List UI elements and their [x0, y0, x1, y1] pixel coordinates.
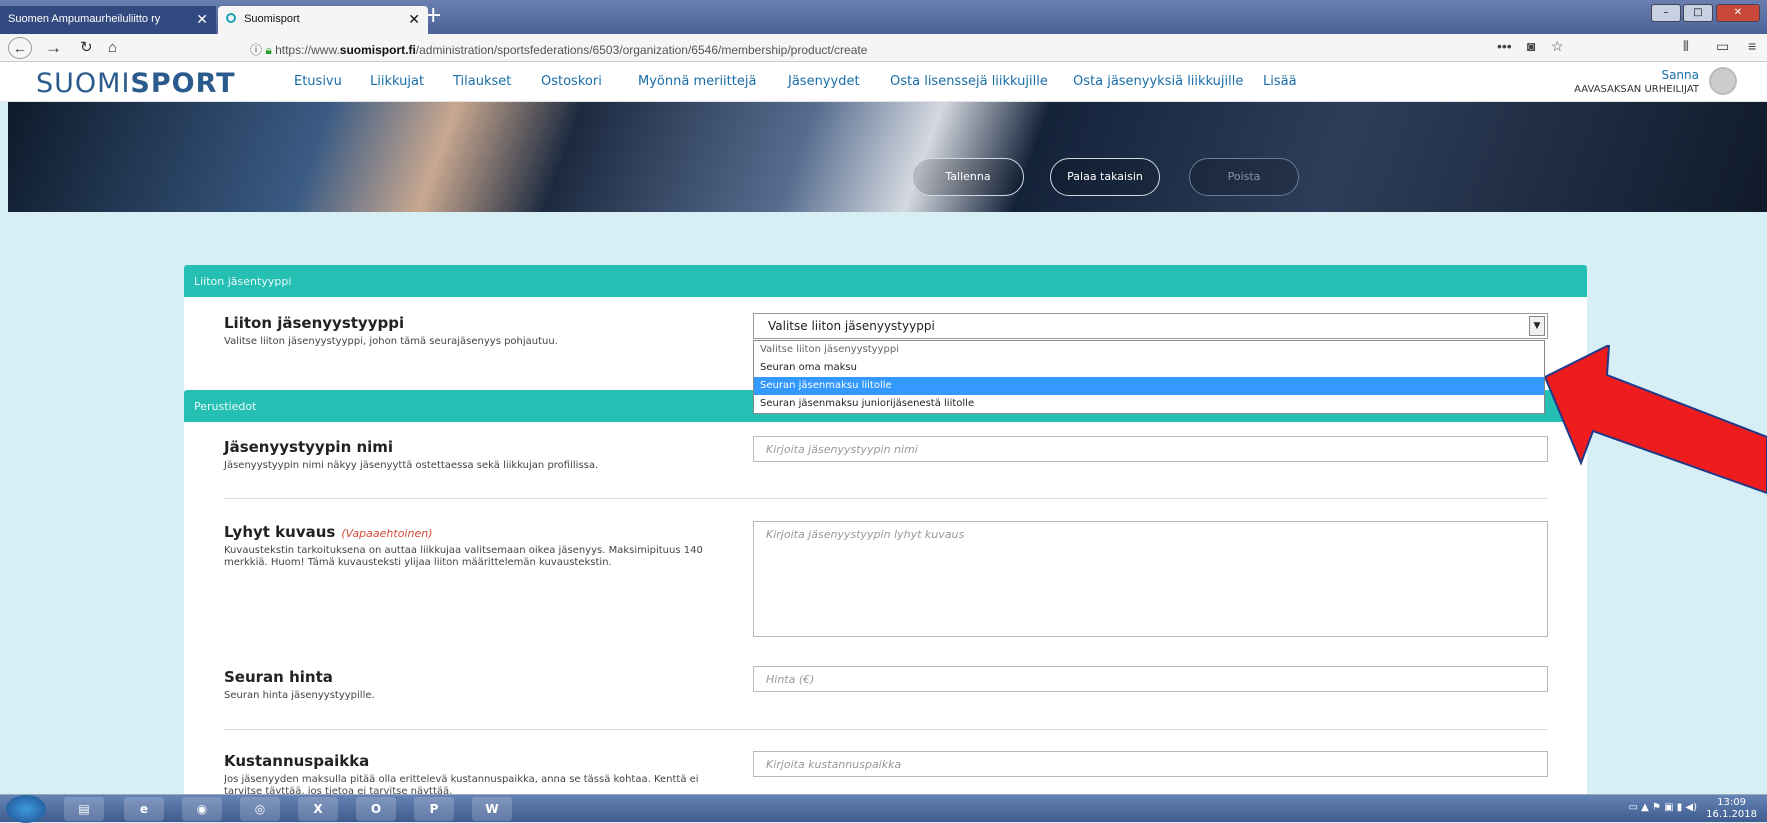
name-desc: Jäsenyystyypin nimi näkyy jäsenyyttä ost…	[224, 460, 599, 471]
federation-type-dropdown: Valitse liiton jäsenyystyyppi Seuran oma…	[753, 340, 1545, 414]
back-icon[interactable]: ←	[8, 37, 32, 59]
powerpoint-icon[interactable]: P	[414, 797, 454, 821]
close-tab-icon[interactable]: ✕	[196, 11, 208, 28]
site-header: SUOMISPORT Etusivu Liikkujat Tilaukset O…	[0, 62, 1767, 102]
logo-bold: SPORT	[130, 68, 236, 99]
chrome-icon[interactable]: ◎	[240, 797, 280, 821]
minimize-icon[interactable]: –	[1651, 4, 1681, 22]
divider	[224, 729, 1548, 730]
cost-center-input[interactable]: Kirjoita kustannuspaikka	[753, 751, 1548, 777]
tab-title: Suomen Ampumaurheiluliitto ry	[8, 13, 161, 25]
membership-name-input[interactable]: Kirjoita jäsenyystyypin nimi	[753, 436, 1548, 462]
divider	[224, 498, 1548, 499]
url-domain: suomisport.fi	[339, 43, 416, 57]
tab-ampumaurheiluliitto[interactable]: Suomen Ampumaurheiluliitto ry ✕	[0, 6, 216, 34]
tab-title: Suomisport	[244, 13, 300, 25]
price-desc: Seuran hinta jäsenyystyypille.	[224, 690, 375, 701]
page-actions-icon[interactable]: •••	[1497, 38, 1512, 54]
federation-type-desc: Valitse liiton jäsenyystyyppi, johon täm…	[224, 336, 558, 347]
select-value: Valitse liiton jäsenyystyyppi	[768, 319, 935, 333]
lock-icon: 🔒︎	[265, 43, 272, 57]
red-arrow-annotation	[1545, 345, 1767, 495]
short-desc-title: Lyhyt kuvaus (Vapaaehtoinen)	[224, 523, 433, 541]
option-seuran-jasenmaksu-junior[interactable]: Seuran jäsenmaksu juniorijäsenestä liito…	[754, 395, 1544, 413]
section-header-federation-type: Liiton jäsentyyppi	[184, 265, 1587, 297]
name-title: Jäsenyystyypin nimi	[224, 438, 394, 456]
nav-lisaa[interactable]: Lisää	[1263, 74, 1297, 89]
logo-light: SUOMI	[36, 68, 131, 99]
new-tab-icon[interactable]: +	[424, 4, 442, 28]
sidebar-icon[interactable]: ▭	[1716, 38, 1729, 55]
nav-tilaukset[interactable]: Tilaukset	[453, 74, 511, 89]
forward-icon[interactable]: →	[45, 38, 62, 58]
clock-time: 13:09	[1717, 797, 1746, 808]
federation-type-title: Liiton jäsenyystyyppi	[224, 314, 405, 332]
pocket-icon[interactable]: ◙	[1527, 38, 1535, 54]
nav-osta-jasenyyksia[interactable]: Osta jäsenyyksiä liikkujille	[1073, 74, 1243, 89]
cost-center-title: Kustannuspaikka	[224, 752, 370, 770]
chevron-down-icon[interactable]: ▼	[1529, 316, 1545, 336]
nav-liikkujat[interactable]: Liikkujat	[370, 74, 424, 89]
menu-icon[interactable]: ≡	[1748, 38, 1756, 54]
cost-center-desc: Jos jäsenyyden maksulla pitää olla eritt…	[224, 774, 699, 794]
word-icon[interactable]: W	[472, 797, 512, 821]
reload-icon[interactable]: ↻	[80, 38, 93, 58]
short-desc-title-text: Lyhyt kuvaus	[224, 523, 336, 541]
save-button[interactable]: Tallenna	[912, 158, 1024, 196]
nav-osta-lisensseja[interactable]: Osta lisenssejä liikkujille	[890, 74, 1048, 89]
clock-date: 16.1.2018	[1706, 809, 1757, 820]
optional-tag: (Vapaaehtoinen)	[341, 527, 433, 540]
nav-jasenyydet[interactable]: Jäsenyydet	[788, 74, 860, 89]
system-tray-icons[interactable]: ▭ ▲ ⚑ ▣ ▮ ◀)	[1628, 802, 1697, 813]
avatar[interactable]	[1709, 67, 1737, 95]
tab-suomisport[interactable]: Suomisport ✕	[218, 6, 428, 34]
short-description-textarea[interactable]: Kirjoita jäsenyystyypin lyhyt kuvaus	[753, 521, 1548, 637]
url-prefix: https://www.	[275, 43, 340, 57]
file-explorer-icon[interactable]: ▤	[64, 797, 104, 821]
firefox-icon[interactable]: ◉	[182, 797, 222, 821]
user-organization: AAVASAKSAN URHEILIJAT	[1574, 84, 1699, 95]
delete-button[interactable]: Poista	[1189, 158, 1299, 196]
federation-type-select[interactable]: Valitse liiton jäsenyystyyppi ▼	[753, 313, 1548, 339]
close-tab-icon[interactable]: ✕	[408, 11, 420, 28]
excel-icon[interactable]: X	[298, 797, 338, 821]
home-icon[interactable]: ⌂	[108, 38, 117, 58]
info-icon[interactable]: ⓘ	[250, 43, 262, 57]
back-button[interactable]: Palaa takaisin	[1050, 158, 1160, 196]
windows-taskbar: ▤ e ◉ ◎ X O P W ▭ ▲ ⚑ ▣ ▮ ◀) 13:09 16.1.…	[0, 794, 1767, 823]
price-title: Seuran hinta	[224, 668, 333, 686]
short-desc-desc: Kuvaustekstin tarkoituksena on auttaa li…	[224, 545, 703, 568]
library-icon[interactable]: ⫴	[1683, 38, 1689, 55]
outlook-icon[interactable]: O	[356, 797, 396, 821]
browser-tabstrip: Suomen Ampumaurheiluliitto ry ✕ Suomispo…	[0, 0, 1767, 34]
maximize-icon[interactable]: □	[1683, 4, 1713, 22]
suomisport-logo[interactable]: SUOMISPORT	[36, 68, 236, 99]
window-close-icon[interactable]: ✕	[1716, 4, 1760, 22]
url-path: /administration/sportsfederations/6503/o…	[415, 43, 868, 57]
hero-banner	[8, 102, 1767, 212]
option-seuran-oma-maksu[interactable]: Seuran oma maksu	[754, 359, 1544, 377]
internet-explorer-icon[interactable]: e	[124, 797, 164, 821]
url-bar[interactable]: ⓘ 🔒︎ https://www.suomisport.fi/administr…	[250, 38, 1500, 58]
nav-myonna-meriitteja[interactable]: Myönnä meriittejä	[638, 74, 756, 89]
clock[interactable]: 13:09 16.1.2018	[1706, 797, 1757, 821]
nav-ostoskori[interactable]: Ostoskori	[541, 74, 602, 89]
nav-etusivu[interactable]: Etusivu	[294, 74, 342, 89]
suomisport-favicon-icon	[226, 13, 236, 23]
start-button-icon[interactable]	[6, 795, 46, 823]
browser-navbar: ← → ↻ ⌂ ⓘ 🔒︎ https://www.suomisport.fi/a…	[0, 34, 1767, 62]
option-placeholder[interactable]: Valitse liiton jäsenyystyyppi	[754, 341, 1544, 359]
user-name[interactable]: Sanna	[1661, 68, 1699, 82]
price-input[interactable]: Hinta (€)	[753, 666, 1548, 692]
option-seuran-jasenmaksu-liitolle[interactable]: Seuran jäsenmaksu liitolle	[754, 377, 1544, 395]
bookmark-star-icon[interactable]: ☆	[1551, 38, 1564, 55]
